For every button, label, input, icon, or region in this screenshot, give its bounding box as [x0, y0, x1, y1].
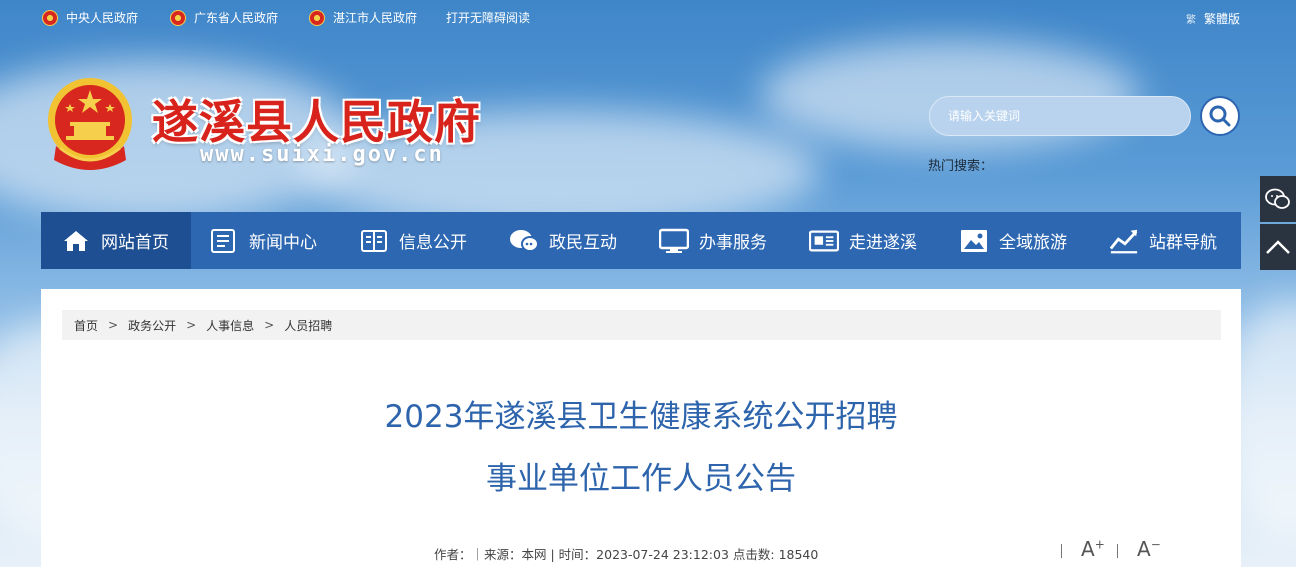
- nav-interaction[interactable]: 政民互动: [491, 212, 641, 269]
- national-emblem-logo: [48, 78, 132, 170]
- emblem-icon: [42, 9, 58, 26]
- accessibility-link[interactable]: 打开无障碍阅读: [446, 9, 530, 26]
- main-nav: 网站首页 新闻中心 信息公开 政民互动 办事服务 走进遂溪 全域旅游 站群导航: [41, 212, 1241, 269]
- link-guangdong-gov[interactable]: 广东省人民政府: [170, 9, 278, 26]
- chat-icon: [509, 226, 539, 256]
- monitor-icon: [659, 226, 689, 256]
- breadcrumb-recruitment[interactable]: 人员招聘: [284, 317, 332, 334]
- search-icon: [1209, 105, 1231, 127]
- breadcrumb-separator: >: [108, 318, 119, 332]
- nav-site-group[interactable]: 站群导航: [1091, 212, 1241, 269]
- nav-news[interactable]: 新闻中心: [191, 212, 341, 269]
- breadcrumb-personnel[interactable]: 人事信息: [206, 317, 254, 334]
- link-central-gov[interactable]: 中央人民政府: [42, 9, 138, 26]
- divider: [1117, 544, 1118, 558]
- site-url: www.suixi.gov.cn: [200, 142, 444, 167]
- breadcrumb-separator: >: [264, 318, 275, 332]
- breadcrumb-home[interactable]: 首页: [74, 317, 98, 334]
- nav-info-disclosure[interactable]: 信息公开: [341, 212, 491, 269]
- divider: [1061, 544, 1062, 558]
- chart-icon: [1109, 226, 1139, 256]
- top-bar: 中央人民政府 广东省人民政府 湛江市人民政府 打开无障碍阅读 繁 繁體版: [0, 0, 1296, 34]
- newspaper-icon: [809, 226, 839, 256]
- search-button[interactable]: [1200, 96, 1240, 136]
- article-meta: 作者：｜来源：本网 | 时间：2023-07-24 23:12:03 点击数: …: [434, 547, 819, 562]
- hot-search-label: 热门搜索：: [928, 159, 994, 174]
- home-icon: [61, 226, 91, 256]
- nav-about-suixi[interactable]: 走进遂溪: [791, 212, 941, 269]
- book-icon: [359, 226, 389, 256]
- content-panel: 首页 > 政务公开 > 人事信息 > 人员招聘 2023年遂溪县卫生健康系统公开…: [41, 289, 1241, 567]
- nav-home[interactable]: 网站首页: [41, 212, 191, 269]
- chevron-up-icon: [1266, 240, 1290, 254]
- breadcrumb: 首页 > 政务公开 > 人事信息 > 人员招聘: [62, 310, 1221, 340]
- article-title-line2: 事业单位工作人员公告: [486, 461, 796, 497]
- traditional-icon: 繁: [1185, 15, 1196, 26]
- emblem-icon: [309, 9, 325, 26]
- wechat-button[interactable]: [1260, 176, 1296, 222]
- search-input[interactable]: [929, 96, 1191, 136]
- news-icon: [209, 226, 239, 256]
- link-zhanjiang-gov[interactable]: 湛江市人民政府: [309, 9, 417, 26]
- font-decrease-button[interactable]: A−: [1137, 537, 1161, 561]
- wechat-icon: [1265, 188, 1290, 209]
- article-title-line1: 2023年遂溪县卫生健康系统公开招聘: [384, 399, 898, 435]
- emblem-icon: [170, 9, 186, 26]
- breadcrumb-gov-affairs[interactable]: 政务公开: [128, 317, 176, 334]
- nav-services[interactable]: 办事服务: [641, 212, 791, 269]
- picture-icon: [959, 226, 989, 256]
- nav-tourism[interactable]: 全域旅游: [941, 212, 1091, 269]
- breadcrumb-separator: >: [186, 318, 197, 332]
- font-increase-button[interactable]: A+: [1081, 537, 1105, 561]
- traditional-chinese-link[interactable]: 繁 繁體版: [1186, 10, 1240, 27]
- back-to-top-button[interactable]: [1260, 224, 1296, 270]
